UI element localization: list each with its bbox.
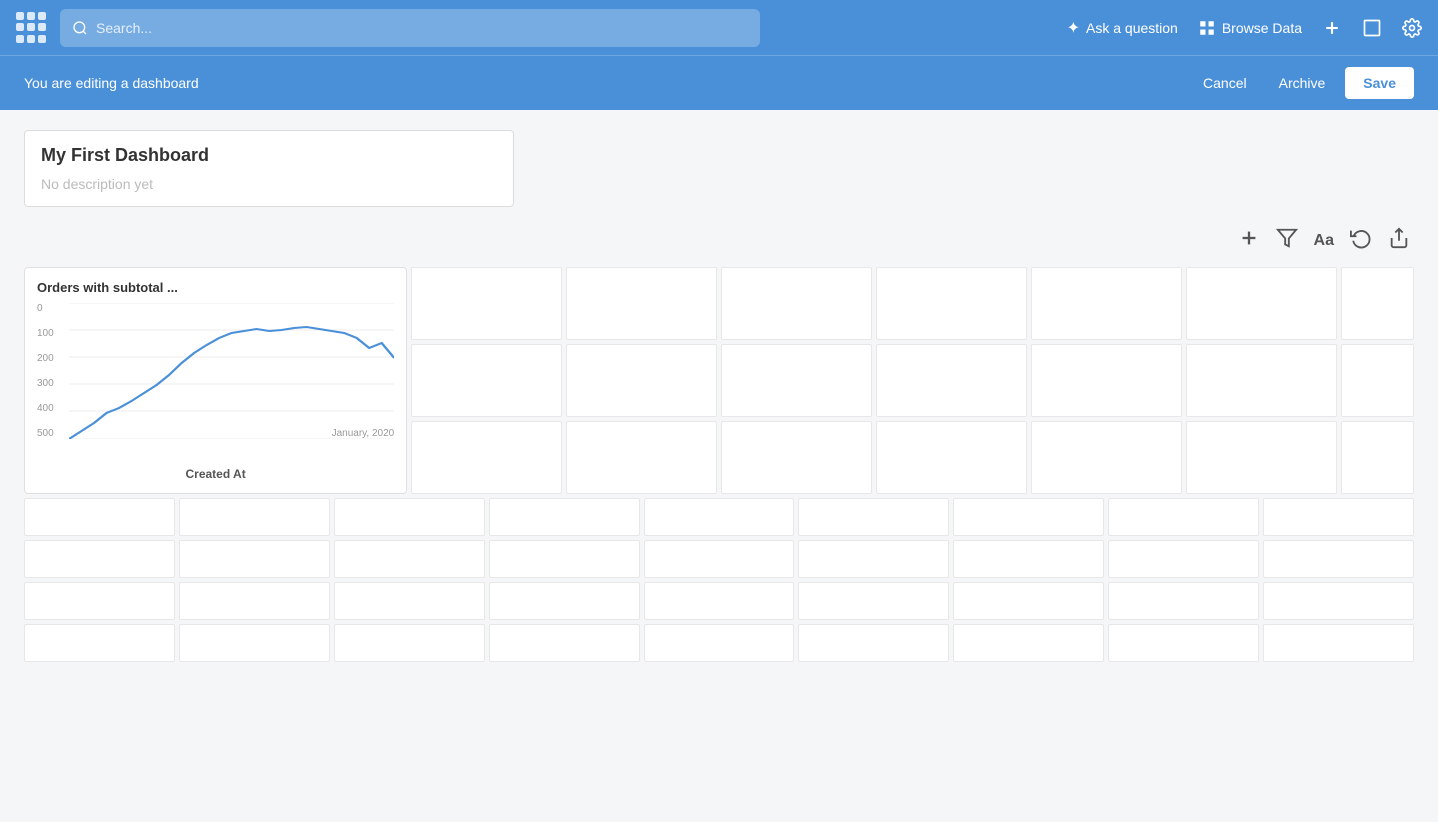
search-input[interactable] — [96, 20, 748, 36]
grid-cell — [953, 582, 1104, 620]
browse-data-button[interactable]: Browse Data — [1198, 19, 1302, 37]
save-button[interactable]: Save — [1345, 67, 1414, 99]
grid-cell — [798, 582, 949, 620]
archive-button[interactable]: Archive — [1267, 69, 1338, 97]
chart-card: Orders with subtotal ... 500 400 300 200… — [24, 267, 407, 494]
grid-cell — [179, 624, 330, 662]
settings-button[interactable] — [1402, 18, 1422, 38]
cancel-button[interactable]: Cancel — [1191, 69, 1259, 97]
chart-line-svg — [69, 303, 394, 439]
font-button[interactable]: Aa — [1314, 227, 1334, 255]
grid-cell — [1341, 421, 1414, 494]
grid-cell — [411, 421, 562, 494]
grid-cell — [1031, 344, 1182, 417]
dashboard-title[interactable]: My First Dashboard — [41, 145, 497, 166]
grid-cell — [721, 421, 872, 494]
grid-cell — [1263, 582, 1414, 620]
grid-cell — [644, 498, 795, 536]
dashboard-grid: Orders with subtotal ... 500 400 300 200… — [24, 267, 1414, 662]
grid-cell — [721, 344, 872, 417]
grid-cell — [876, 344, 1027, 417]
grid-cell — [411, 344, 562, 417]
grid-cell — [1186, 344, 1337, 417]
grid-cell — [24, 498, 175, 536]
search-icon — [72, 20, 88, 36]
app-logo[interactable] — [16, 12, 48, 44]
grid-cell — [798, 498, 949, 536]
grid-cell — [1108, 582, 1259, 620]
sparkle-icon: ✦ — [1067, 18, 1080, 38]
dashboard-description[interactable]: No description yet — [41, 176, 497, 192]
top-navigation: ✦ Ask a question Browse Data — [0, 0, 1438, 55]
grid-cell — [334, 498, 485, 536]
grid-cell — [1263, 624, 1414, 662]
grid-cell — [179, 498, 330, 536]
grid-cell — [1031, 421, 1182, 494]
grid-cell — [1108, 540, 1259, 578]
grid-cell — [24, 582, 175, 620]
add-card-button[interactable] — [1238, 227, 1260, 255]
grid-cell — [1186, 267, 1337, 340]
new-button[interactable] — [1322, 18, 1342, 38]
grid-cell — [566, 421, 717, 494]
grid-cell — [411, 267, 562, 340]
share-button[interactable] — [1388, 227, 1410, 255]
grid-cell — [953, 498, 1104, 536]
grid-cell — [798, 624, 949, 662]
grid-cell — [489, 582, 640, 620]
grid-cell — [179, 582, 330, 620]
chart-area: 500 400 300 200 100 0 — [37, 303, 394, 463]
chart-title: Orders with subtotal ... — [37, 280, 394, 295]
grid-cell — [644, 624, 795, 662]
grid-cell — [334, 624, 485, 662]
dashboard-toolbar: Aa — [24, 227, 1414, 255]
nav-right: ✦ Ask a question Browse Data — [1067, 18, 1422, 38]
fullscreen-icon — [1362, 18, 1382, 38]
grid-cell — [721, 267, 872, 340]
grid-cell — [644, 582, 795, 620]
grid-cell — [1186, 421, 1337, 494]
filter-button[interactable] — [1276, 227, 1298, 255]
dashboard-header: My First Dashboard No description yet — [24, 130, 514, 207]
grid-cell — [798, 540, 949, 578]
grid-icon — [1198, 19, 1216, 37]
grid-cell — [24, 540, 175, 578]
grid-cell — [644, 540, 795, 578]
edit-bar-message: You are editing a dashboard — [24, 75, 1191, 91]
grid-cell — [179, 540, 330, 578]
chart-svg-wrapper: January, 2020 — [69, 303, 394, 439]
history-button[interactable] — [1350, 227, 1372, 255]
grid-cell — [1263, 498, 1414, 536]
grid-cell — [489, 540, 640, 578]
grid-cell — [334, 582, 485, 620]
grid-cell — [1108, 498, 1259, 536]
chart-x-label: January, 2020 — [332, 428, 395, 439]
edit-bar: You are editing a dashboard Cancel Archi… — [0, 55, 1438, 110]
grid-cell — [24, 624, 175, 662]
grid-cell — [876, 267, 1027, 340]
grid-cell — [953, 540, 1104, 578]
grid-cell — [1341, 344, 1414, 417]
grid-cell — [489, 498, 640, 536]
grid-cell — [876, 421, 1027, 494]
chart-y-axis: 500 400 300 200 100 0 — [37, 303, 65, 439]
grid-cell — [1031, 267, 1182, 340]
grid-cell — [1263, 540, 1414, 578]
ask-question-button[interactable]: ✦ Ask a question — [1067, 18, 1178, 38]
grid-cell — [953, 624, 1104, 662]
gear-icon — [1402, 18, 1422, 38]
grid-cell — [1108, 624, 1259, 662]
grid-cell — [566, 267, 717, 340]
grid-cell — [489, 624, 640, 662]
search-bar[interactable] — [60, 9, 760, 47]
grid-cell — [1341, 267, 1414, 340]
fullscreen-button[interactable] — [1362, 18, 1382, 38]
main-content: My First Dashboard No description yet Aa… — [0, 110, 1438, 682]
plus-icon — [1322, 18, 1342, 38]
edit-bar-actions: Cancel Archive Save — [1191, 67, 1414, 99]
grid-cell — [566, 344, 717, 417]
grid-cell — [334, 540, 485, 578]
chart-y-axis-label: Created At — [37, 467, 394, 481]
